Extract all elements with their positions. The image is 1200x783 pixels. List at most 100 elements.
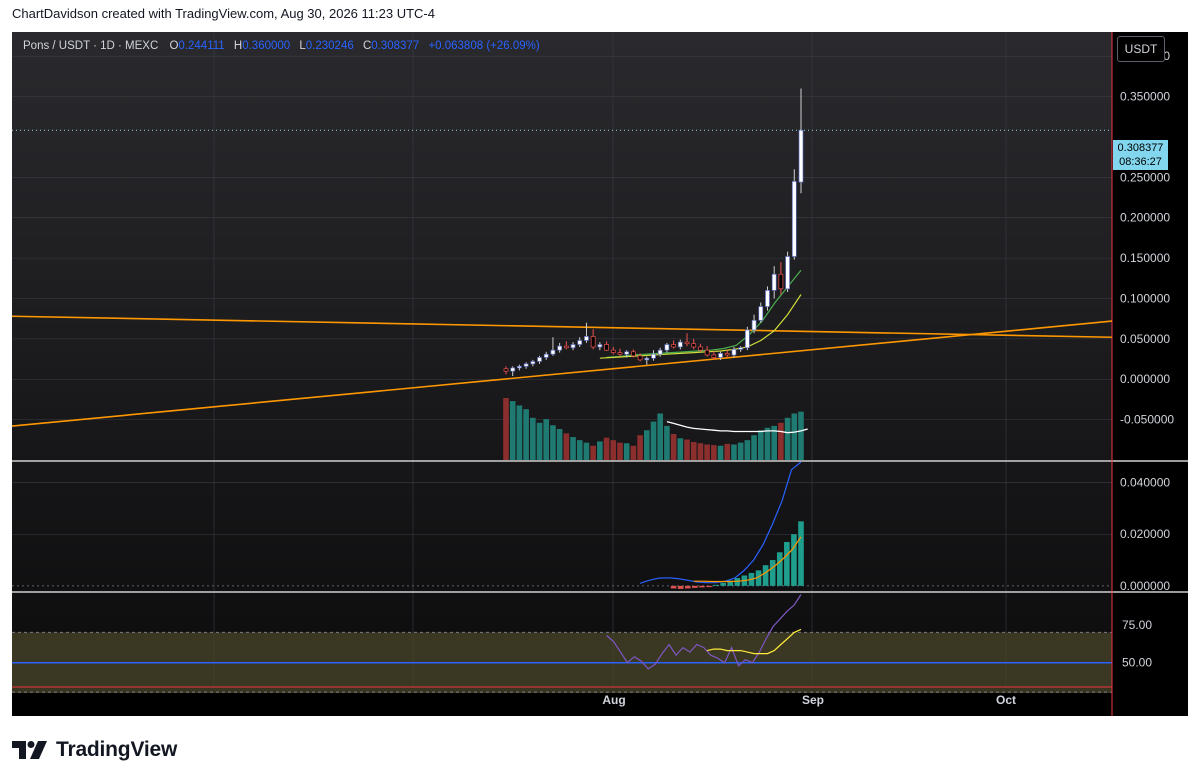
volume-bar bbox=[516, 405, 523, 460]
price-chart-svg[interactable]: 0.4000000.3500000.2500000.2000000.150000… bbox=[12, 32, 1188, 716]
candle-body bbox=[704, 349, 710, 356]
macd-histogram-bar bbox=[699, 585, 705, 588]
chart-frame[interactable]: 0.4000000.3500000.2500000.2000000.150000… bbox=[12, 32, 1188, 716]
candle-body bbox=[590, 336, 596, 348]
price-tick-label: 0.050000 bbox=[1120, 332, 1170, 346]
volume-bar bbox=[530, 417, 536, 460]
candle-body bbox=[617, 352, 623, 355]
time-tick-label: Sep bbox=[802, 693, 824, 707]
candle-body bbox=[604, 344, 609, 351]
volume-bar bbox=[523, 409, 529, 460]
price-tick-label: 0.000000 bbox=[1120, 372, 1170, 386]
symbol-title: Pons / USDT · 1D · MEXC bbox=[23, 40, 159, 52]
last-price-value: 0.308377 bbox=[1117, 142, 1164, 154]
candle-body bbox=[671, 344, 676, 348]
volume-bar bbox=[623, 443, 630, 460]
candle-body bbox=[765, 290, 770, 307]
chart-attribution: ChartDavidson created with TradingView.c… bbox=[12, 6, 435, 21]
volume-bar bbox=[503, 398, 509, 460]
volume-bar bbox=[731, 444, 737, 460]
candle-body bbox=[664, 344, 670, 351]
price-tick-label: 0.100000 bbox=[1120, 291, 1170, 305]
candle-body bbox=[577, 340, 583, 345]
candle-body bbox=[570, 344, 576, 349]
bar-countdown: 08:36:27 bbox=[1119, 156, 1162, 168]
rsi-tick-label: 75.00 bbox=[1122, 618, 1152, 632]
volume-bar bbox=[717, 445, 724, 460]
volume-bar bbox=[543, 419, 550, 460]
volume-bar bbox=[583, 442, 590, 460]
candle-body bbox=[731, 349, 737, 356]
candle-body bbox=[771, 273, 777, 291]
open-value: 0.244111 bbox=[178, 40, 225, 52]
volume-bar bbox=[737, 442, 744, 460]
volume-bar bbox=[563, 433, 570, 460]
candle-body bbox=[537, 357, 542, 362]
volume-bar bbox=[657, 413, 664, 460]
price-tick-label: 0.200000 bbox=[1120, 211, 1170, 225]
candle-body bbox=[624, 351, 630, 355]
high-label: H bbox=[233, 40, 243, 52]
macd-histogram-bar bbox=[713, 584, 719, 586]
candle-body bbox=[778, 273, 784, 290]
candle-body bbox=[758, 306, 764, 321]
currency-button[interactable]: USDT bbox=[1117, 36, 1165, 62]
volume-bar bbox=[684, 439, 690, 460]
macd-histogram-bar bbox=[684, 585, 691, 589]
volume-bar bbox=[690, 442, 697, 460]
macd-histogram-bar bbox=[677, 585, 684, 589]
candle-body bbox=[584, 336, 589, 341]
macd-histogram-bar bbox=[762, 565, 769, 586]
price-tick-label: 0.150000 bbox=[1120, 251, 1170, 265]
volume-bar bbox=[677, 438, 684, 460]
price-tick-label: 0.250000 bbox=[1120, 170, 1170, 184]
macd-histogram-bar bbox=[776, 552, 783, 586]
candle-body bbox=[563, 345, 569, 349]
volume-bar bbox=[617, 442, 623, 460]
volume-bar bbox=[670, 433, 677, 460]
last-price-tag: 0.308377 08:36:27 bbox=[1113, 140, 1168, 170]
change-value: +0.063808 (+26.09%) bbox=[428, 40, 540, 52]
candle-body bbox=[738, 347, 744, 350]
candle-body bbox=[785, 256, 790, 290]
macd-histogram-bar bbox=[706, 585, 712, 588]
symbol-legend: Pons / USDT · 1D · MEXC O0.244111 H0.360… bbox=[23, 40, 540, 52]
volume-bar bbox=[550, 425, 556, 460]
volume-bar bbox=[643, 430, 650, 460]
candle-body bbox=[698, 346, 703, 351]
volume-bar bbox=[711, 445, 717, 460]
volume-bar bbox=[784, 417, 791, 460]
volume-bar bbox=[664, 425, 670, 460]
low-value: 0.230246 bbox=[305, 40, 354, 52]
macd-histogram-bar bbox=[798, 521, 804, 586]
volume-bar bbox=[650, 421, 657, 460]
candle-body bbox=[651, 353, 656, 359]
rsi-tick-label: 50.00 bbox=[1122, 656, 1152, 670]
candle-body bbox=[517, 365, 522, 369]
candle-body bbox=[751, 319, 757, 331]
candle-body bbox=[724, 353, 730, 356]
candle-body bbox=[691, 343, 697, 348]
candle-body bbox=[711, 354, 717, 358]
candle-body bbox=[718, 353, 723, 358]
candle-body bbox=[610, 349, 616, 353]
macd-histogram-bar bbox=[784, 541, 790, 586]
candle-body bbox=[637, 355, 643, 361]
volume-bar bbox=[509, 401, 516, 460]
volume-bar bbox=[704, 444, 710, 460]
volume-bar bbox=[751, 435, 757, 460]
tradingview-brand-text: TradingView bbox=[56, 738, 178, 761]
macd-tick-label: 0.040000 bbox=[1120, 476, 1170, 490]
close-value: 0.308377 bbox=[371, 40, 420, 52]
candle-body bbox=[798, 129, 804, 183]
volume-bar bbox=[536, 422, 543, 460]
candle-body bbox=[530, 361, 536, 365]
candle-body bbox=[657, 349, 663, 355]
candle-body bbox=[631, 351, 636, 357]
volume-bar bbox=[744, 440, 751, 460]
volume-bar bbox=[637, 435, 643, 460]
volume-bar bbox=[610, 440, 617, 460]
volume-bar bbox=[597, 441, 603, 460]
volume-bar bbox=[603, 437, 610, 460]
volume-bar bbox=[764, 427, 771, 460]
